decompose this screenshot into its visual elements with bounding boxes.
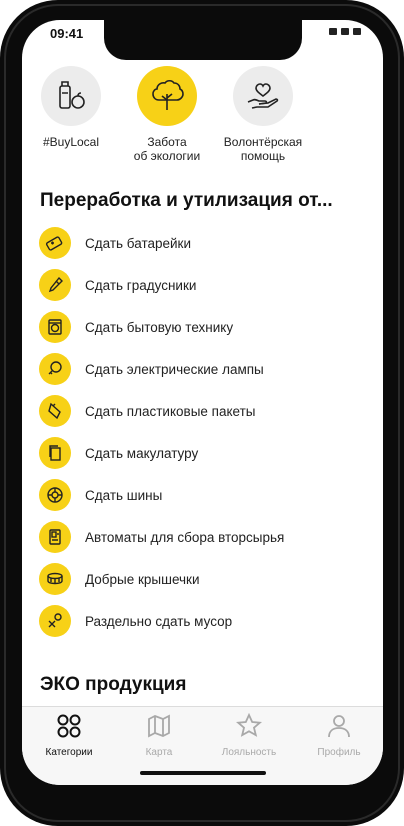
tab-label: Профиль [317, 747, 361, 758]
list-item[interactable]: Сдать пластиковые пакеты [39, 390, 369, 432]
list-item-label: Раздельно сдать мусор [85, 613, 233, 629]
list-item-label: Сдать электрические лампы [85, 361, 264, 377]
list-item-label: Сдать градусники [85, 277, 197, 293]
map-icon [148, 714, 170, 738]
tab-bar: Категории Карта Лояльность Профиль [22, 706, 383, 785]
hand-heart-icon [233, 66, 293, 126]
category-label: #BuyLocal [42, 135, 100, 149]
list-item[interactable]: Добрые крышечки [39, 558, 369, 600]
bottle-cap-icon [39, 563, 71, 595]
status-icons [329, 28, 361, 35]
list-item[interactable]: Сдать батарейки [39, 222, 369, 264]
grid-icon [57, 714, 81, 738]
tab-categories[interactable]: Категории [24, 713, 114, 758]
list-item[interactable]: Раздельно сдать мусор [39, 600, 369, 642]
list-item[interactable]: Сдать электрические лампы [39, 348, 369, 390]
home-indicator [140, 771, 266, 775]
vending-machine-icon [39, 521, 71, 553]
category-label: Забота об экологии [133, 135, 201, 163]
category-buylocal[interactable]: #BuyLocal [22, 66, 126, 149]
bottle-apple-icon [41, 66, 101, 126]
status-time: 09:41 [50, 26, 84, 41]
recycling-list: Сдать батарейки Сдать градусники Сдать б… [39, 222, 369, 642]
list-item-label: Сдать батарейки [85, 235, 191, 251]
category-label: Волонтёрская помощь [223, 135, 303, 163]
list-item-label: Автоматы для сбора вторсырья [85, 529, 285, 545]
category-ecology[interactable]: Забота об экологии [112, 66, 222, 163]
lightbulb-icon [39, 353, 71, 385]
thermometer-icon [39, 269, 71, 301]
list-item-label: Сдать шины [85, 487, 163, 503]
list-item[interactable]: Сдать макулатуру [39, 432, 369, 474]
category-row: #BuyLocal Забота об экологии Волонтёрска… [22, 66, 383, 176]
sorting-icon [39, 605, 71, 637]
category-volunteer[interactable]: Волонтёрская помощь [208, 66, 318, 163]
tree-icon [137, 66, 197, 126]
tab-label: Лояльность [221, 747, 277, 758]
section-title-eco: ЭКО продукция [40, 674, 187, 695]
tire-icon [39, 479, 71, 511]
tab-label: Карта [145, 747, 173, 758]
list-item[interactable]: Сдать бытовую технику [39, 306, 369, 348]
washing-machine-icon [39, 311, 71, 343]
battery-icon [39, 227, 71, 259]
tab-loyalty[interactable]: Лояльность [204, 712, 294, 758]
app-screen: 09:41 #BuyLocal Забота об экологии Волон… [22, 20, 383, 785]
list-item-label: Сдать бытовую технику [85, 319, 234, 335]
person-icon [328, 715, 350, 738]
list-item[interactable]: Сдать шины [39, 474, 369, 516]
tab-profile[interactable]: Профиль [294, 713, 383, 758]
list-item[interactable]: Сдать градусники [39, 264, 369, 306]
section-title-recycling: Переработка и утилизация от... [40, 190, 333, 211]
list-item-label: Сдать пластиковые пакеты [85, 403, 256, 419]
plastic-bag-icon [39, 395, 71, 427]
star-icon [236, 712, 262, 737]
tab-map[interactable]: Карта [114, 713, 204, 758]
notch [104, 20, 302, 60]
phone-frame: 09:41 #BuyLocal Забота об экологии Волон… [0, 0, 404, 826]
paper-icon [39, 437, 71, 469]
list-item-label: Сдать макулатуру [85, 445, 199, 461]
tab-label: Категории [45, 747, 93, 758]
list-item[interactable]: Автоматы для сбора вторсырья [39, 516, 369, 558]
list-item-label: Добрые крышечки [85, 571, 200, 587]
